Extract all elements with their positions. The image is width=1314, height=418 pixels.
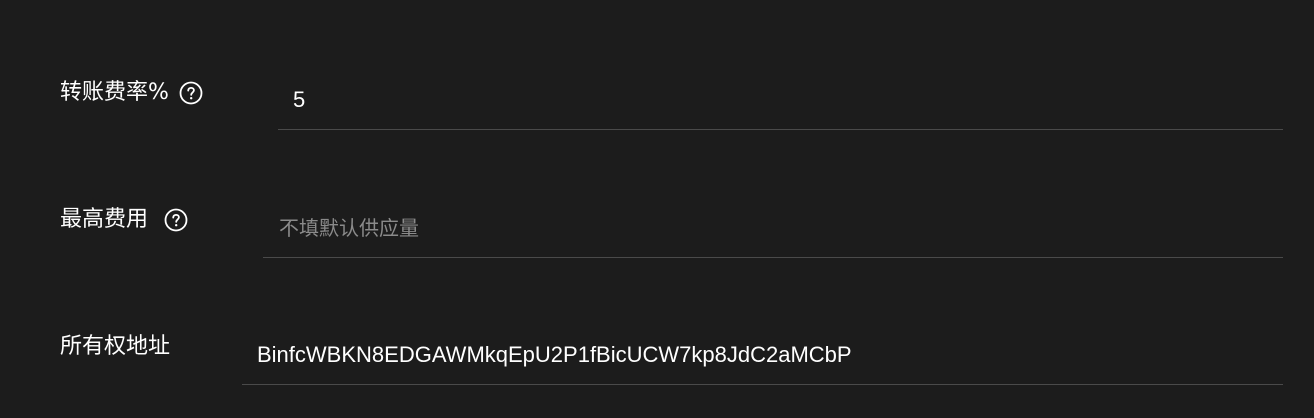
max-fee-field <box>263 198 1299 273</box>
owner-address-field <box>242 325 1298 400</box>
question-circle-icon[interactable] <box>164 208 188 232</box>
fee-rate-field <box>278 70 1298 145</box>
fee-rate-label-group: 转账费率% <box>60 79 203 107</box>
max-fee-label: 最高费用 <box>60 207 149 232</box>
max-fee-input[interactable] <box>263 198 1299 273</box>
max-fee-label-group: 最高费用 <box>60 206 188 234</box>
question-circle-icon[interactable] <box>179 81 203 105</box>
owner-address-input[interactable] <box>242 325 1298 400</box>
fee-rate-input[interactable] <box>278 70 1298 145</box>
token-settings-form: 转账费率% 最高费用 <box>0 0 1314 418</box>
owner-address-label: 所有权地址 <box>60 334 171 359</box>
fee-rate-label: 转账费率% <box>60 80 169 105</box>
owner-address-label-group: 所有权地址 <box>60 333 170 361</box>
